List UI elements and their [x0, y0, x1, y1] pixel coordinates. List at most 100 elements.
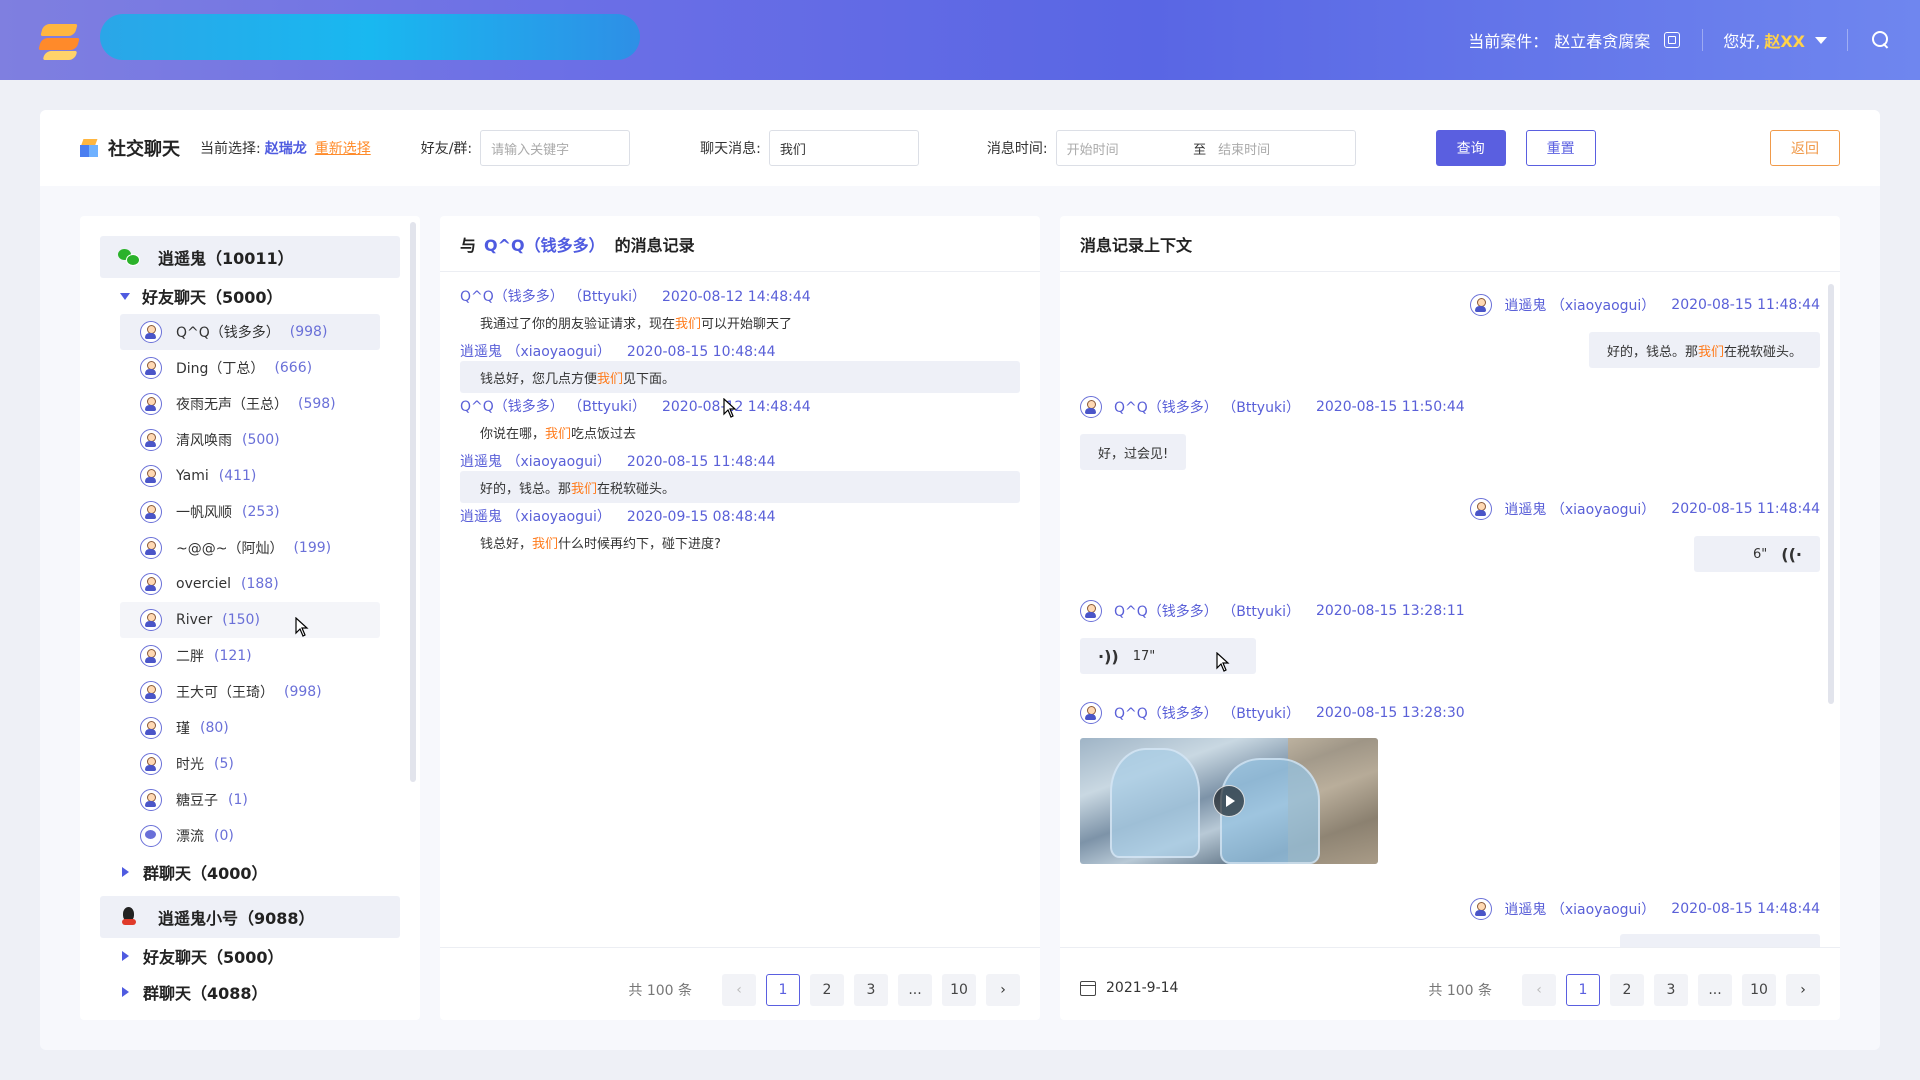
query-button[interactable]: 查询: [1435, 130, 1506, 166]
avatar-icon: [1470, 294, 1493, 316]
divider: [1702, 29, 1704, 51]
reset-button[interactable]: 重置: [1525, 130, 1596, 166]
date-range-picker[interactable]: 开始时间 至 结束时间: [1055, 130, 1356, 166]
friend-item[interactable]: 一帆风顺 (253): [120, 494, 380, 530]
page-button[interactable]: 1: [1566, 974, 1600, 1006]
friend-name: 夜雨无声（王总）: [176, 397, 288, 413]
group-chat-collapsed[interactable]: 群聊天（4088）: [120, 974, 420, 1010]
friend-item[interactable]: Ding（丁总） (666): [120, 350, 380, 386]
page-button[interactable]: 3: [1654, 974, 1688, 1006]
next-page-icon[interactable]: ›: [1786, 974, 1820, 1006]
friend-count: (80): [200, 720, 229, 736]
total-count: 共 100 条: [1428, 983, 1492, 999]
page-button[interactable]: 1: [766, 974, 800, 1006]
keyword-highlight: 我们: [532, 536, 559, 552]
page-button[interactable]: 2: [1610, 974, 1644, 1006]
message-time: 2020-08-15 11:48:44: [1671, 297, 1820, 313]
play-icon[interactable]: [1213, 785, 1245, 817]
friends-group-expanded[interactable]: 好友聊天（5000）: [120, 278, 420, 314]
divider: [1847, 29, 1848, 51]
prev-page-icon[interactable]: ‹: [1522, 974, 1556, 1006]
message-text[interactable]: 你说在哪， 我们 吃点饭过去: [460, 416, 1020, 448]
account-qq[interactable]: 逍遥鬼小号（9088）: [100, 896, 400, 938]
friend-item[interactable]: River (150): [120, 602, 380, 638]
friend-name: overciel: [176, 576, 232, 592]
switch-case-icon[interactable]: [1664, 32, 1681, 48]
friend-count: (666): [274, 360, 313, 376]
friend-item[interactable]: 夜雨无声（王总） (598): [120, 386, 380, 422]
main-card: 社交聊天 当前选择: 赵瑞龙 重新选择 好友/群: 请输入关键字 聊天消息: 我们 …: [40, 110, 1880, 1050]
pagination: 共 100 条 ‹ 1 2 3 ... 10 ›: [628, 974, 1020, 1006]
account-name: 逍遥鬼小号（9088）: [158, 909, 315, 928]
friend-item[interactable]: 时光 (5): [120, 746, 380, 782]
account-wechat[interactable]: 逍遥鬼（10011）: [100, 236, 400, 278]
qq-icon: [118, 906, 140, 928]
friend-count: (411): [218, 468, 257, 484]
divider: [1060, 947, 1840, 948]
prev-page-icon[interactable]: ‹: [722, 974, 756, 1006]
group-chat-collapsed[interactable]: 群聊天（4000）: [120, 854, 420, 890]
page-button[interactable]: 10: [1742, 974, 1776, 1006]
friend-count: (253): [242, 504, 280, 520]
message-text[interactable]: 好的，钱总。那 我们 在税软碰头。: [460, 471, 1020, 503]
friend-item[interactable]: Q^Q（钱多多） (998): [120, 314, 380, 350]
message-text[interactable]: 我通过了你的朋友验证请求，现在 我们 可以开始聊天了: [460, 306, 1020, 338]
voice-icon: ((·: [1781, 544, 1802, 564]
page-ellipsis[interactable]: ...: [898, 974, 932, 1006]
video-thumbnail[interactable]: [1080, 738, 1378, 864]
contact-tree: 逍遥鬼（10011） 好友聊天（5000） Q^Q（钱多多） (998) Ding…: [80, 216, 420, 1020]
friends-group-collapsed[interactable]: 好友聊天（5000）: [120, 938, 420, 974]
date-picker[interactable]: 2021-9-14: [1080, 980, 1178, 996]
friend-item[interactable]: overciel (188): [120, 566, 380, 602]
range-separator: 至: [1193, 142, 1207, 158]
message-meta: 逍遥鬼 （xiaoyaogui） 2020-08-15 10:48:44: [460, 341, 1040, 361]
friend-count: (1): [228, 792, 248, 808]
friend-item[interactable]: 王大可（王琦） (998): [120, 674, 380, 710]
back-button[interactable]: 返回: [1770, 130, 1840, 166]
divider: [440, 947, 1040, 948]
user-menu[interactable]: 您好, 赵XX: [1723, 28, 1827, 52]
friend-count: (150): [222, 612, 260, 628]
message-search-input[interactable]: 我们: [768, 130, 919, 166]
scrollbar[interactable]: [410, 222, 416, 782]
start-date-input[interactable]: 开始时间: [1067, 139, 1193, 158]
friend-item[interactable]: 瑾 (80): [120, 710, 380, 746]
friend-item[interactable]: 漂流 (0): [120, 818, 380, 854]
page-ellipsis[interactable]: ...: [1698, 974, 1732, 1006]
page-button[interactable]: 3: [854, 974, 888, 1006]
context-bubble[interactable]: 好，过会见!: [1080, 434, 1187, 470]
avatar-icon: [1080, 702, 1102, 724]
friend-item[interactable]: Yami (411): [120, 458, 380, 494]
end-date-input[interactable]: 结束时间: [1218, 139, 1344, 158]
voice-bubble[interactable]: 6" ((·: [1694, 536, 1820, 572]
message-sender: Q^Q（钱多多） （Bttyuki）: [1114, 706, 1300, 722]
current-case[interactable]: 当前案件： 赵立春贪腐案: [1468, 28, 1681, 52]
message-time: 2020-08-15 13:28:11: [1315, 603, 1465, 619]
friend-name: 糖豆子: [176, 793, 218, 809]
message-sender: 逍遥鬼 （xiaoyaogui）: [460, 454, 611, 470]
message-time: 2020-08-15 11:48:44: [1671, 501, 1820, 517]
friend-item[interactable]: ~@@~（阿灿） (199): [120, 530, 380, 566]
friend-search-input[interactable]: 请输入关键字: [480, 130, 631, 166]
context-meta: Q^Q（钱多多） （Bttyuki） 2020-08-15 11:50:44: [1080, 396, 1465, 418]
chevron-down-icon[interactable]: [1815, 36, 1827, 44]
scrollbar[interactable]: [1828, 284, 1834, 704]
friend-item[interactable]: 清风唤雨 (500): [120, 422, 380, 458]
friend-item[interactable]: 糖豆子 (1): [120, 782, 380, 818]
message-text[interactable]: 钱总好，您几点方便 我们 见下面。: [460, 361, 1020, 393]
page-button[interactable]: 10: [942, 974, 976, 1006]
page-button[interactable]: 2: [810, 974, 844, 1006]
user-name: 赵XX: [1764, 32, 1805, 51]
message-text[interactable]: 钱总好， 我们 什么时候再约下，碰下进度?: [460, 526, 1020, 558]
context-bubble-partial[interactable]: [1620, 934, 1820, 948]
context-bubble[interactable]: 好的，钱总。那 我们 在税软碰头。: [1588, 332, 1820, 368]
friend-item[interactable]: 二胖 (121): [120, 638, 380, 674]
next-page-icon[interactable]: ›: [986, 974, 1020, 1006]
context-meta: 逍遥鬼 （xiaoyaogui） 2020-08-15 14:48:44: [1470, 898, 1820, 920]
caret-right-icon: [122, 867, 129, 877]
reselect-link[interactable]: 重新选择: [315, 141, 371, 157]
avatar-icon: [1470, 898, 1493, 920]
message-sender: 逍遥鬼 （xiaoyaogui）: [460, 509, 611, 525]
friend-label: 好友/群:: [420, 141, 473, 157]
search-icon[interactable]: [1872, 31, 1890, 49]
